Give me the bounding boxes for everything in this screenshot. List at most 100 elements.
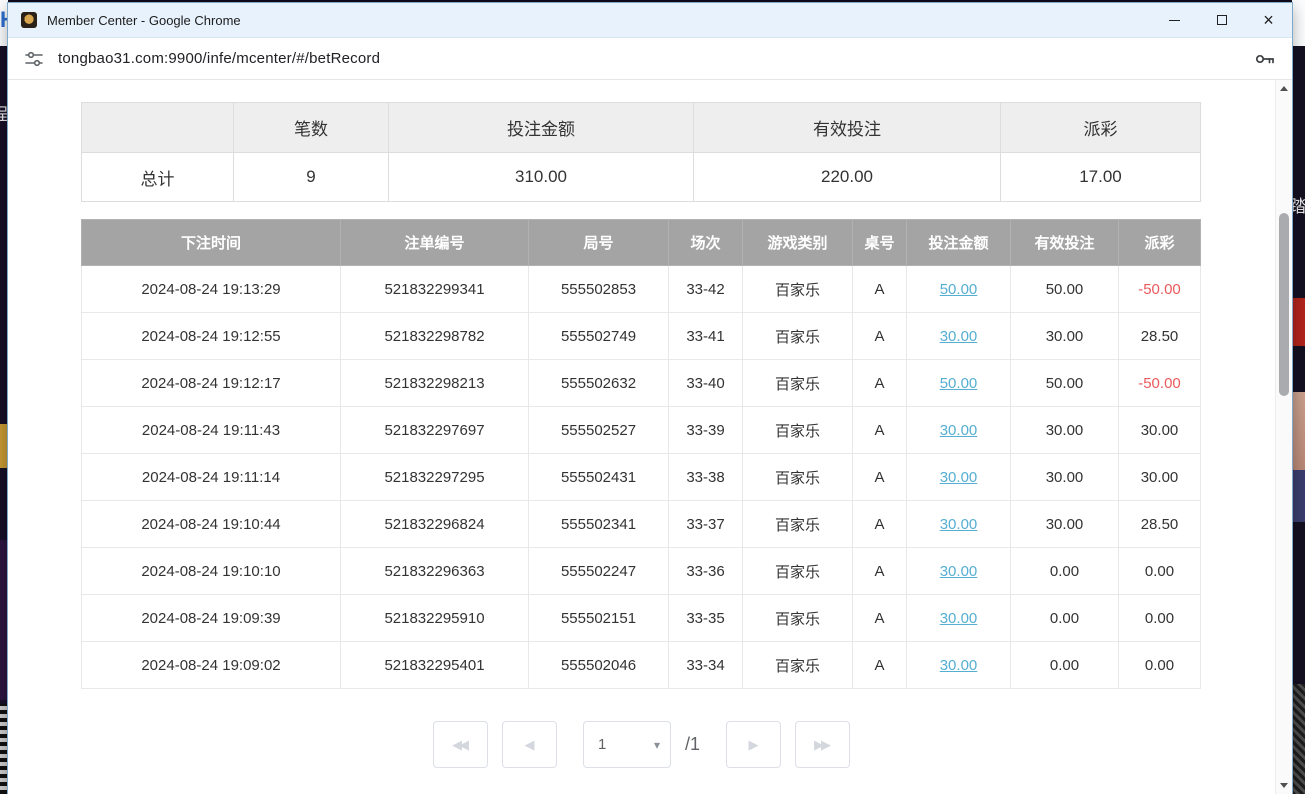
- background-fragment: [0, 540, 8, 700]
- bet-amount-link[interactable]: 30.00: [940, 657, 978, 674]
- cell-game-type: 百家乐: [743, 313, 853, 360]
- cell-payout: 28.50: [1119, 501, 1201, 548]
- header-game-type: 游戏类别: [743, 220, 853, 266]
- first-page-button[interactable]: ◀◀: [433, 721, 488, 768]
- summary-total-valid-bet: 220.00: [694, 153, 1001, 202]
- scroll-up-button[interactable]: [1276, 80, 1292, 97]
- cell-table-no: A: [853, 266, 907, 313]
- first-page-icon: ◀◀: [452, 737, 466, 753]
- cell-valid-bet: 30.00: [1011, 407, 1119, 454]
- bet-record-table: 下注时间 注单编号 局号 场次 游戏类别 桌号 投注金额 有效投注 派彩: [81, 219, 1201, 689]
- bet-amount-link[interactable]: 30.00: [940, 422, 978, 439]
- background-fragment: [1292, 684, 1305, 794]
- header-bet-no: 注单编号: [341, 220, 529, 266]
- summary-total-label: 总计: [82, 153, 234, 202]
- browser-address-bar[interactable]: tongbao31.com:9900/infe/mcenter/#/betRec…: [8, 38, 1292, 80]
- cell-valid-bet: 0.00: [1011, 548, 1119, 595]
- cell-session: 33-38: [669, 454, 743, 501]
- cell-payout: 28.50: [1119, 313, 1201, 360]
- bet-record-page: 笔数 投注金额 有效投注 派彩 总计 9 310.00 220.00 17.00: [8, 80, 1275, 794]
- bet-amount-link[interactable]: 30.00: [940, 610, 978, 627]
- cell-bet-no: 521832299341: [341, 266, 529, 313]
- cell-game-type: 百家乐: [743, 595, 853, 642]
- table-row: 2024-08-24 19:10:44 521832296824 5555023…: [82, 501, 1201, 548]
- cell-bet-time: 2024-08-24 19:11:14: [82, 454, 341, 501]
- cell-game-type: 百家乐: [743, 454, 853, 501]
- cell-bet-amount: 50.00: [907, 266, 1011, 313]
- bet-amount-link[interactable]: 50.00: [940, 281, 978, 298]
- cell-payout: -50.00: [1119, 266, 1201, 313]
- cell-payout: 30.00: [1119, 407, 1201, 454]
- background-char-fragment: 踏: [1292, 192, 1305, 217]
- bet-amount-link[interactable]: 30.00: [940, 328, 978, 345]
- url-text[interactable]: tongbao31.com:9900/infe/mcenter/#/betRec…: [58, 50, 380, 67]
- pagination: ◀◀ ◀ 1 ▾ /1 ▶ ▶▶: [8, 721, 1275, 794]
- summary-total-payout: 17.00: [1001, 153, 1201, 202]
- background-qr-fragment: [0, 704, 8, 794]
- cell-round-no: 555502853: [529, 266, 669, 313]
- cell-table-no: A: [853, 454, 907, 501]
- cell-valid-bet: 50.00: [1011, 266, 1119, 313]
- header-table-no: 桌号: [853, 220, 907, 266]
- scrollbar-thumb[interactable]: [1279, 213, 1289, 396]
- cell-bet-no: 521832297697: [341, 407, 529, 454]
- bet-amount-link[interactable]: 30.00: [940, 469, 978, 486]
- maximize-button[interactable]: [1198, 3, 1245, 37]
- vertical-scrollbar[interactable]: [1275, 80, 1292, 794]
- cell-table-no: A: [853, 407, 907, 454]
- bet-amount-link[interactable]: 30.00: [940, 563, 978, 580]
- close-button[interactable]: ×: [1245, 3, 1292, 37]
- cell-bet-amount: 30.00: [907, 642, 1011, 689]
- cell-payout: 0.00: [1119, 642, 1201, 689]
- cell-bet-time: 2024-08-24 19:12:17: [82, 360, 341, 407]
- cell-session: 33-40: [669, 360, 743, 407]
- cell-bet-time: 2024-08-24 19:11:43: [82, 407, 341, 454]
- chevron-down-icon: ▾: [654, 738, 660, 752]
- cell-bet-amount: 30.00: [907, 454, 1011, 501]
- summary-table: 笔数 投注金额 有效投注 派彩 总计 9 310.00 220.00 17.00: [81, 102, 1201, 202]
- background-right-edge: 踏: [1292, 0, 1305, 794]
- cell-round-no: 555502749: [529, 313, 669, 360]
- cell-bet-no: 521832298782: [341, 313, 529, 360]
- background-fragment: [1292, 392, 1305, 470]
- cell-game-type: 百家乐: [743, 548, 853, 595]
- cell-round-no: 555502431: [529, 454, 669, 501]
- background-char-fragment: 程: [0, 100, 8, 125]
- next-page-button[interactable]: ▶: [726, 721, 781, 768]
- page-select-value: 1: [598, 736, 606, 753]
- bet-amount-link[interactable]: 50.00: [940, 375, 978, 392]
- site-settings-tune-icon[interactable]: [24, 49, 44, 69]
- cell-payout: -50.00: [1119, 360, 1201, 407]
- table-header-row: 下注时间 注单编号 局号 场次 游戏类别 桌号 投注金额 有效投注 派彩: [82, 220, 1201, 266]
- summary-header-bet-amount: 投注金额: [389, 103, 694, 153]
- cell-table-no: A: [853, 642, 907, 689]
- summary-header-blank: [82, 103, 234, 153]
- scroll-down-button[interactable]: [1276, 777, 1292, 794]
- close-icon: ×: [1263, 11, 1274, 29]
- cell-round-no: 555502247: [529, 548, 669, 595]
- last-page-button[interactable]: ▶▶: [795, 721, 850, 768]
- page-select[interactable]: 1 ▾: [583, 721, 671, 768]
- cell-table-no: A: [853, 313, 907, 360]
- bet-amount-link[interactable]: 30.00: [940, 516, 978, 533]
- cell-bet-no: 521832295401: [341, 642, 529, 689]
- header-valid-bet: 有效投注: [1011, 220, 1119, 266]
- cell-payout: 0.00: [1119, 595, 1201, 642]
- cell-table-no: A: [853, 548, 907, 595]
- table-row: 2024-08-24 19:11:14 521832297295 5555024…: [82, 454, 1201, 501]
- summary-header-row: 笔数 投注金额 有效投注 派彩: [82, 103, 1201, 153]
- cell-table-no: A: [853, 501, 907, 548]
- next-page-icon: ▶: [749, 737, 759, 753]
- cell-bet-amount: 30.00: [907, 407, 1011, 454]
- prev-page-button[interactable]: ◀: [502, 721, 557, 768]
- page-content: 笔数 投注金额 有效投注 派彩 总计 9 310.00 220.00 17.00: [8, 80, 1292, 794]
- cell-bet-amount: 30.00: [907, 313, 1011, 360]
- header-payout: 派彩: [1119, 220, 1201, 266]
- password-key-icon[interactable]: [1252, 47, 1276, 71]
- cell-bet-no: 521832295910: [341, 595, 529, 642]
- minimize-button[interactable]: [1151, 3, 1198, 37]
- cell-valid-bet: 50.00: [1011, 360, 1119, 407]
- background-fragment: [1292, 0, 1305, 46]
- cell-game-type: 百家乐: [743, 407, 853, 454]
- summary-header-valid-bet: 有效投注: [694, 103, 1001, 153]
